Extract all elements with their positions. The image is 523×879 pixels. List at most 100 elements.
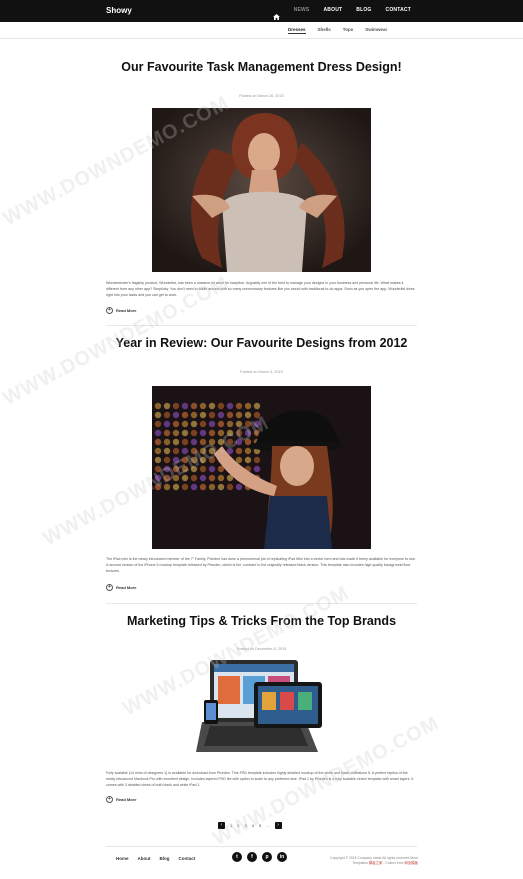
post-excerpt: Fully scalable (14 mins of designers 1) …	[106, 771, 414, 787]
bokeh-dot	[154, 420, 162, 428]
nav-news[interactable]: NEWS	[294, 7, 310, 13]
linkedin-icon[interactable]: in	[277, 852, 287, 862]
bokeh-dot	[181, 411, 189, 419]
brand-logo[interactable]: Showy	[106, 6, 132, 15]
main-nav: NEWS ABOUT BLOG CONTACT	[272, 7, 411, 20]
bokeh-dot	[226, 402, 234, 410]
bokeh-dot	[208, 465, 216, 473]
read-more-label: Read More	[116, 797, 137, 802]
bokeh-dot	[181, 402, 189, 410]
footer-nav: Home About Blog Contact	[116, 856, 195, 861]
bokeh-dot	[190, 402, 198, 410]
bokeh-dot	[172, 420, 180, 428]
footer-link-contact[interactable]: Contact	[179, 856, 196, 861]
bokeh-dot	[172, 402, 180, 410]
footer-divider	[106, 846, 417, 847]
bokeh-dot	[208, 429, 216, 437]
bokeh-dot	[154, 456, 162, 464]
bokeh-dot	[154, 411, 162, 419]
tab-dresses[interactable]: Dresses	[288, 27, 306, 34]
bokeh-dot	[190, 429, 198, 437]
nav-blog[interactable]: BLOG	[356, 7, 371, 13]
category-subnav: Dresses Shells Tops Swimwear	[0, 22, 523, 39]
read-more-link[interactable]: + Read More	[106, 796, 136, 803]
bokeh-dot	[244, 447, 252, 455]
read-more-link[interactable]: + Read More	[106, 584, 136, 591]
social-links: t f p in	[232, 852, 287, 862]
bokeh-dot	[226, 483, 234, 491]
home-icon[interactable]	[272, 7, 280, 20]
bokeh-dot	[190, 474, 198, 482]
bokeh-dot	[253, 465, 261, 473]
bokeh-dot	[253, 456, 261, 464]
facebook-icon[interactable]: f	[247, 852, 257, 862]
bokeh-dot	[172, 438, 180, 446]
bokeh-dot	[181, 429, 189, 437]
bokeh-dot	[163, 429, 171, 437]
nav-contact[interactable]: CONTACT	[386, 7, 411, 13]
bokeh-dot	[217, 420, 225, 428]
bokeh-dot	[190, 420, 198, 428]
bokeh-dot	[217, 402, 225, 410]
source-link[interactable]: 网页模板	[404, 861, 418, 865]
bokeh-dot	[199, 420, 207, 428]
bokeh-dot	[172, 411, 180, 419]
twitter-icon[interactable]: t	[232, 852, 242, 862]
template-link[interactable]: 模板之家	[369, 861, 383, 865]
post-excerpt: Wunderkinder's flagship product, Wunderl…	[106, 281, 415, 297]
bokeh-dot	[199, 474, 207, 482]
bokeh-dot	[199, 429, 207, 437]
tab-tops[interactable]: Tops	[343, 27, 353, 34]
post-date: Posted on March 3, 2015	[240, 370, 283, 374]
read-more-label: Read More	[116, 308, 137, 313]
bokeh-dot	[163, 420, 171, 428]
bokeh-dot	[163, 447, 171, 455]
bokeh-dot	[199, 483, 207, 491]
bokeh-dot	[181, 420, 189, 428]
bokeh-dot	[172, 447, 180, 455]
plus-circle-icon: +	[106, 307, 113, 314]
bokeh-dot	[163, 411, 171, 419]
pinterest-icon[interactable]: p	[262, 852, 272, 862]
bokeh-dot	[235, 483, 243, 491]
bokeh-dot	[217, 483, 225, 491]
bokeh-dot	[199, 411, 207, 419]
bokeh-dot	[199, 402, 207, 410]
bokeh-dot	[208, 474, 216, 482]
post-divider	[106, 603, 417, 604]
tab-shells[interactable]: Shells	[318, 27, 331, 34]
bokeh-dot	[208, 411, 216, 419]
read-more-link[interactable]: + Read More	[106, 307, 136, 314]
post-title[interactable]: Our Favourite Task Management Dress Desi…	[106, 60, 417, 75]
bokeh-dot	[154, 402, 162, 410]
footer-link-home[interactable]: Home	[116, 856, 129, 861]
bokeh-dot	[244, 456, 252, 464]
bokeh-dot	[154, 447, 162, 455]
bokeh-dot	[181, 483, 189, 491]
bokeh-dot	[244, 402, 252, 410]
bokeh-dot	[154, 438, 162, 446]
plus-circle-icon: +	[106, 796, 113, 803]
bokeh-dot	[253, 402, 261, 410]
bokeh-dot	[235, 411, 243, 419]
read-more-label: Read More	[116, 585, 137, 590]
bokeh-dot	[163, 402, 171, 410]
bokeh-dot	[226, 411, 234, 419]
nav-about[interactable]: ABOUT	[323, 7, 342, 13]
footer-link-about[interactable]: About	[138, 856, 151, 861]
bokeh-dot	[190, 483, 198, 491]
tab-swimwear[interactable]: Swimwear	[365, 27, 387, 34]
bokeh-dot	[235, 402, 243, 410]
bokeh-dot	[208, 483, 216, 491]
post-title[interactable]: Year in Review: Our Favourite Designs fr…	[106, 336, 417, 351]
bokeh-dot	[208, 402, 216, 410]
bokeh-dot	[208, 420, 216, 428]
footer-link-blog[interactable]: Blog	[160, 856, 170, 861]
next-page-button[interactable]: ›	[274, 822, 282, 829]
bokeh-dot	[226, 420, 234, 428]
copyright-mid: - Collect from	[382, 861, 404, 865]
post-excerpt: The iPad mini is the newly introduced me…	[106, 557, 416, 573]
bokeh-dot	[190, 411, 198, 419]
bokeh-dot	[217, 411, 225, 419]
bokeh-dot	[154, 429, 162, 437]
